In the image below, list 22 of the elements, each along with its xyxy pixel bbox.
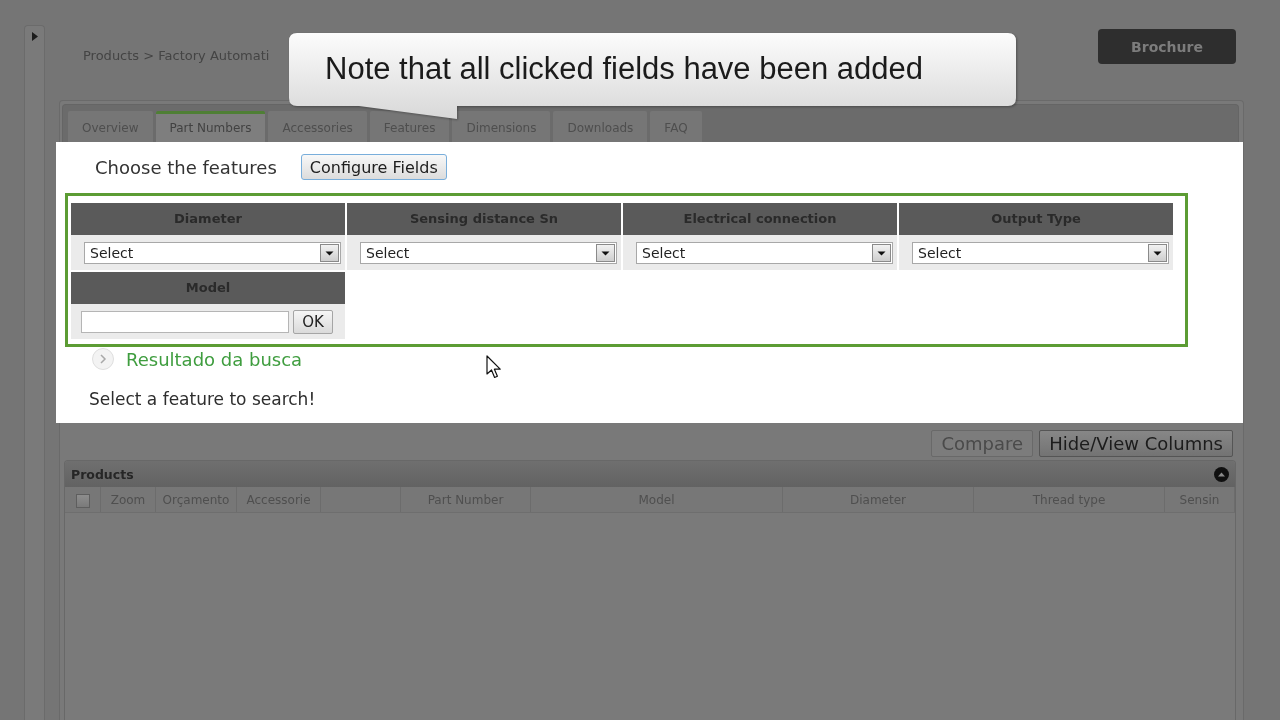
results-message: Select a feature to search! — [88, 389, 317, 409]
tab[interactable]: Part Numbers — [155, 111, 266, 142]
results-heading[interactable]: Resultado da busca — [126, 348, 303, 370]
caret-icon[interactable] — [596, 243, 615, 262]
caret-icon[interactable] — [1148, 243, 1167, 262]
toolbar-button[interactable]: Hide/View Columns — [1039, 430, 1233, 457]
caret-icon[interactable] — [320, 243, 339, 262]
checkbox[interactable] — [75, 494, 90, 508]
brochure-button[interactable]: Brochure — [1098, 29, 1236, 64]
configure-fields-button[interactable]: Configure Fields — [300, 154, 447, 180]
callout-text: Note that all clicked fields have been added — [325, 51, 923, 87]
up-arrow-circle-icon[interactable] — [1214, 466, 1229, 482]
feature-label: Choose the features — [95, 156, 277, 178]
grid-title: Products — [71, 466, 134, 482]
input-field[interactable] — [81, 310, 289, 333]
mouse-cursor-icon — [486, 355, 502, 380]
ok-button[interactable]: OK — [293, 309, 333, 334]
select-dropdown[interactable]: Select — [360, 241, 617, 264]
select-dropdown[interactable]: Select — [84, 241, 341, 264]
caret-icon[interactable] — [872, 243, 891, 262]
select-dropdown[interactable]: Select — [912, 241, 1169, 264]
select-dropdown[interactable]: Select — [636, 241, 893, 264]
